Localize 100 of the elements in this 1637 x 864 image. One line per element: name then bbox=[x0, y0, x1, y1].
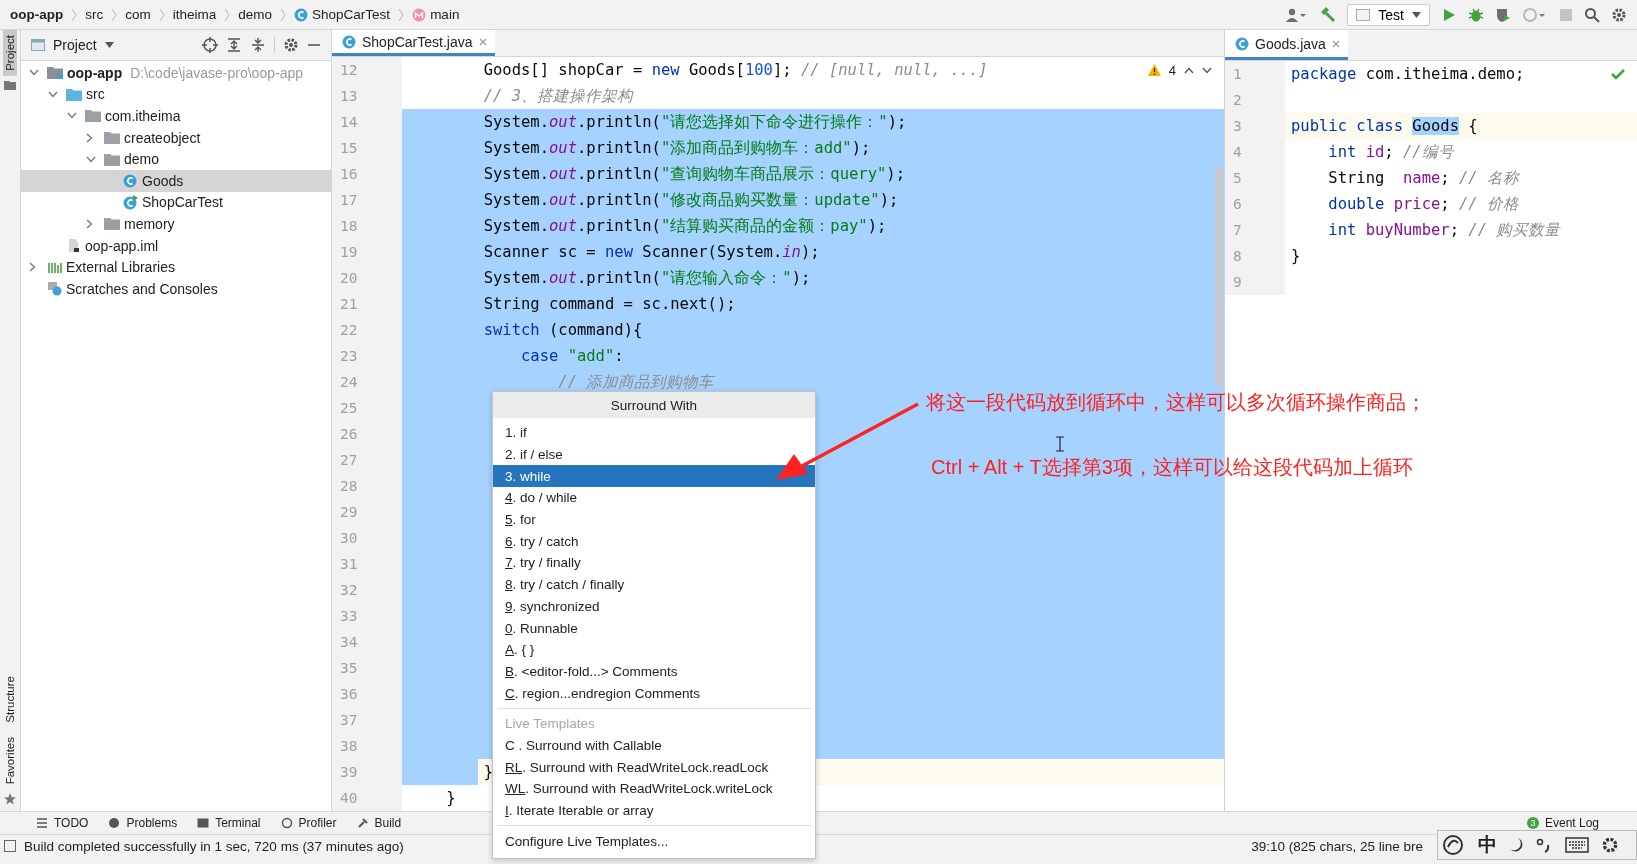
tree-item-label[interactable]: ShopCarTest bbox=[142, 194, 223, 211]
menu-item[interactable]: B. <editor-fold...> Comments bbox=[493, 660, 815, 683]
menu-item[interactable]: RL. Surround with ReadWriteLock.readLock bbox=[493, 756, 815, 778]
breadcrumb-item[interactable]: oop-app bbox=[10, 7, 64, 22]
chevron-icon bbox=[224, 7, 231, 22]
breadcrumb-item[interactable]: ShopCarTest bbox=[312, 7, 391, 22]
code-text: double price; // 价格 bbox=[1328, 193, 1519, 215]
caret-position[interactable]: 39:10 (825 chars, 25 line bre bbox=[1251, 838, 1423, 854]
line-number: 22 bbox=[332, 317, 402, 343]
line-number: 25 bbox=[332, 395, 402, 421]
panel-title[interactable]: Project bbox=[53, 37, 97, 53]
tool-window-button[interactable]: Terminal bbox=[189, 816, 269, 830]
folder-icon bbox=[104, 217, 120, 231]
runnable-class-icon bbox=[123, 194, 138, 210]
tool-window-tab[interactable]: Project bbox=[3, 30, 17, 76]
folder-icon bbox=[104, 131, 120, 145]
problems-icon bbox=[108, 817, 121, 829]
expand-all-icon[interactable] bbox=[226, 37, 242, 53]
code-text: public class Goods { bbox=[1291, 117, 1478, 135]
tool-window-button[interactable]: TODO bbox=[28, 816, 97, 830]
menu-item[interactable]: 5. for bbox=[493, 508, 815, 531]
settings-icon[interactable] bbox=[283, 37, 299, 53]
line-number: 30 bbox=[332, 525, 402, 551]
ime-logo-icon[interactable] bbox=[1442, 834, 1466, 856]
line-number: 15 bbox=[332, 135, 402, 161]
menu-item[interactable]: 6. try / catch bbox=[493, 530, 815, 553]
tool-window-tab[interactable]: Favorites bbox=[3, 731, 17, 789]
shield-icon[interactable] bbox=[1495, 6, 1511, 23]
code-text: System.out.println("添加商品到购物车：add"); bbox=[483, 137, 871, 159]
settings-icon[interactable] bbox=[1601, 836, 1619, 854]
tree-item-label[interactable]: oop-app bbox=[67, 64, 123, 81]
breadcrumb-item[interactable]: main bbox=[430, 7, 460, 22]
folder-icon bbox=[104, 152, 120, 166]
menu-item[interactable]: 0. Runnable bbox=[493, 617, 815, 639]
tool-window-button[interactable]: Build bbox=[348, 816, 410, 830]
search-icon[interactable] bbox=[1584, 6, 1600, 23]
dropdown-caret-icon[interactable] bbox=[104, 42, 114, 48]
event-log-button[interactable]: 3 Event Log bbox=[1518, 816, 1607, 830]
collapse-all-icon[interactable] bbox=[250, 37, 266, 53]
code-text: System.out.println("结算购买商品的金额：pay"); bbox=[483, 215, 887, 237]
line-number: 3 bbox=[1225, 113, 1285, 139]
selected-tree-row[interactable]: Goods bbox=[21, 169, 331, 192]
menu-item[interactable]: 3. while bbox=[493, 465, 815, 488]
menu-item[interactable]: 9. synchronized bbox=[493, 595, 815, 618]
tree-item-label[interactable]: com.itheima bbox=[105, 108, 181, 124]
menu-item[interactable]: I. Iterate Iterable or array bbox=[493, 799, 815, 822]
line-number: 6 bbox=[1225, 191, 1285, 217]
keyboard-icon[interactable] bbox=[1565, 837, 1589, 853]
popup-title: Surround With bbox=[493, 392, 815, 418]
code-text: } bbox=[446, 789, 456, 807]
menu-item[interactable]: A. { } bbox=[493, 638, 815, 661]
menu-item[interactable]: 8. try / catch / finally bbox=[493, 573, 815, 596]
run-config-dropdown[interactable]: Test bbox=[1347, 3, 1430, 26]
line-number: 27 bbox=[332, 447, 402, 473]
menu-item[interactable]: WL. Surround with ReadWriteLock.writeLock bbox=[493, 778, 815, 800]
terminal-icon bbox=[197, 817, 210, 829]
editor-tab[interactable]: ShopCarTest.java bbox=[332, 30, 495, 56]
breadcrumb-item[interactable]: demo bbox=[238, 7, 273, 22]
tree-item-label[interactable]: memory bbox=[124, 215, 175, 232]
menu-item[interactable]: Configure Live Templates... bbox=[493, 830, 815, 853]
breadcrumb-item[interactable]: itheima bbox=[172, 7, 217, 22]
breadcrumb-item[interactable]: src bbox=[85, 7, 104, 22]
class-icon bbox=[123, 173, 138, 189]
tree-item-label[interactable]: createobject bbox=[124, 129, 201, 146]
chevron-icon bbox=[158, 7, 165, 22]
group-header: Live Templates bbox=[504, 715, 596, 734]
run-icon[interactable] bbox=[1441, 6, 1457, 23]
code-text: // 添加商品到购物车 bbox=[558, 371, 715, 393]
tree-item-label[interactable]: External Libraries bbox=[66, 259, 175, 276]
crosshair-icon[interactable] bbox=[202, 37, 218, 53]
user-icon[interactable] bbox=[1285, 6, 1308, 23]
chevron-icon bbox=[111, 7, 118, 22]
tree-item-label[interactable]: Scratches and Consoles bbox=[66, 280, 218, 297]
close-icon[interactable] bbox=[478, 37, 487, 46]
menu-item[interactable]: 7. try / finally bbox=[493, 552, 815, 574]
menu-item[interactable]: C . Surround with Callable bbox=[493, 734, 815, 757]
scratch-file-icon bbox=[47, 281, 62, 297]
bug-icon[interactable] bbox=[1468, 6, 1484, 23]
close-icon[interactable] bbox=[1331, 39, 1340, 48]
menu-item[interactable]: 1. if bbox=[493, 422, 815, 444]
tree-item-label[interactable]: demo bbox=[124, 151, 160, 168]
menu-item[interactable]: 4. do / while bbox=[493, 487, 815, 509]
tree-item-label[interactable]: src bbox=[86, 86, 105, 103]
window-icon[interactable] bbox=[4, 840, 16, 852]
line-number: 37 bbox=[332, 707, 402, 733]
tree-item-label[interactable]: Goods bbox=[142, 172, 184, 189]
warning-icon[interactable] bbox=[1147, 64, 1161, 76]
breadcrumb-item[interactable]: com bbox=[125, 7, 151, 22]
moon-icon[interactable] bbox=[1509, 837, 1523, 853]
menu-item[interactable]: 2. if / else bbox=[493, 443, 815, 466]
tree-item-label[interactable]: oop-app.iml bbox=[85, 237, 159, 254]
line-number: 4 bbox=[1225, 139, 1285, 165]
input-mode-toggle[interactable]: 中 bbox=[1478, 832, 1497, 858]
settings-icon[interactable] bbox=[1611, 6, 1627, 23]
tool-window-button[interactable]: Profiler bbox=[272, 816, 345, 830]
menu-item[interactable]: C. region...endregion Comments bbox=[493, 682, 815, 704]
tool-window-tab[interactable]: Structure bbox=[3, 671, 17, 728]
tool-window-button[interactable]: Problems bbox=[100, 816, 186, 830]
editor-tab[interactable]: Goods.java bbox=[1225, 30, 1348, 60]
scrollbar[interactable] bbox=[1215, 167, 1222, 387]
